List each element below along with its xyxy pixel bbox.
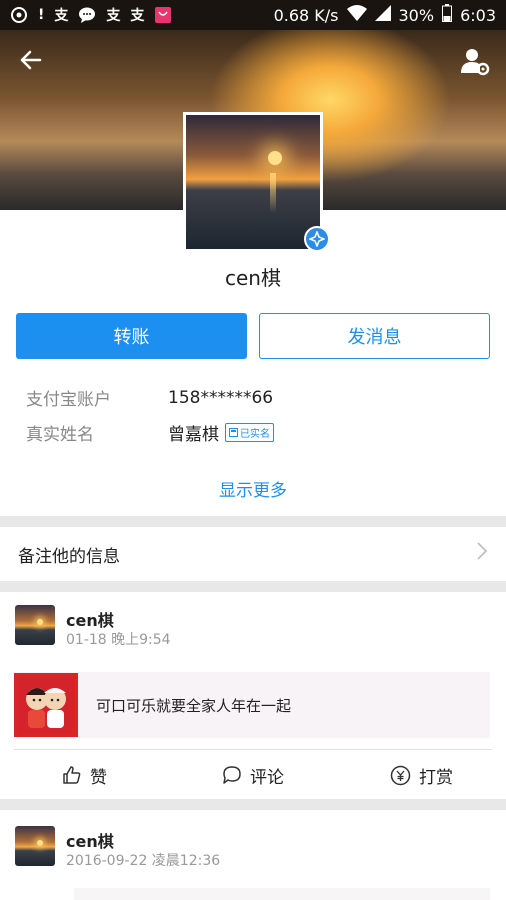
remark-info-row[interactable]: 备注他的信息 [0,527,506,581]
post-separator [14,749,492,750]
avatar-reflection [270,173,276,213]
network-speed: 0.68 K/s [273,5,339,25]
send-message-button[interactable]: 发消息 [259,313,490,359]
thumbs-up-icon [63,766,81,784]
realname-label: 真实姓名 [26,425,94,445]
wifi-icon [346,5,367,25]
battery-icon [442,4,453,26]
status-right: 0.68 K/s 30% 6:03 [274,4,496,26]
account-label: 支付宝账户 [26,390,111,410]
account-value: 158******66 [168,387,274,408]
show-more-link[interactable]: 显示更多 [0,476,506,501]
id-card-icon [229,428,238,437]
post-author[interactable]: cen棋 [66,607,114,631]
status-bar: ! 支 支 支 0.68 K/s 30% 6:03 [0,0,506,30]
like-label: 赞 [90,767,107,788]
comment-label: 评论 [250,767,284,788]
chevron-right-icon [476,541,488,567]
battery-percent: 30% [398,5,435,25]
weibo-icon [10,6,28,24]
shared-content-card[interactable] [74,888,490,900]
comment-button[interactable]: 评论 [222,760,284,790]
transfer-button[interactable]: 转账 [16,313,247,359]
profile-avatar[interactable] [183,112,323,252]
clock: 6:03 [460,5,496,25]
user-settings-icon [461,49,490,76]
realname-verified-badge: 已实名 [225,423,274,442]
like-button[interactable]: 赞 [62,760,107,790]
section-divider [0,516,506,527]
chat-icon [78,6,96,24]
post-time: 2016-09-22 凌晨12:36 [66,853,221,869]
realname-value-group: 曾嘉棋 已实名 [168,420,274,445]
shared-content-card[interactable]: 可口可乐就要全家人年在一起 [14,672,490,738]
alert-icon: ! [38,7,45,23]
post-avatar[interactable] [15,826,55,866]
back-button[interactable] [14,44,46,76]
status-icons: ! 支 支 支 [10,5,172,25]
reward-label: 打赏 [419,767,453,788]
post-time: 01-18 晚上9:54 [66,632,171,648]
share-thumbnail [14,673,78,737]
post-avatar[interactable] [15,605,55,645]
yuan-coin-icon [390,765,411,785]
signal-icon [374,5,391,25]
back-arrow-icon [20,50,42,70]
comment-icon [223,766,241,784]
alipay-icon: 支 [130,8,145,24]
verified-badge-icon [304,226,330,252]
avatar-sun [268,151,282,165]
reward-button[interactable]: 打赏 [390,760,453,790]
profile-username: cen棋 [225,266,281,290]
alipay-icon: 支 [54,8,69,24]
account-row: 支付宝账户 158******66 [26,385,274,411]
shopping-icon [154,6,172,24]
realname-value: 曾嘉棋 [168,425,219,445]
remark-label: 备注他的信息 [18,546,120,567]
section-divider [0,799,506,810]
profile-settings-button[interactable] [458,44,492,78]
realname-row: 真实姓名 曾嘉棋 已实名 [26,420,274,445]
alipay-icon: 支 [106,8,121,24]
post-author[interactable]: cen棋 [66,828,114,852]
share-title: 可口可乐就要全家人年在一起 [96,696,292,715]
realname-badge-text: 已实名 [240,429,270,440]
section-divider [0,581,506,592]
